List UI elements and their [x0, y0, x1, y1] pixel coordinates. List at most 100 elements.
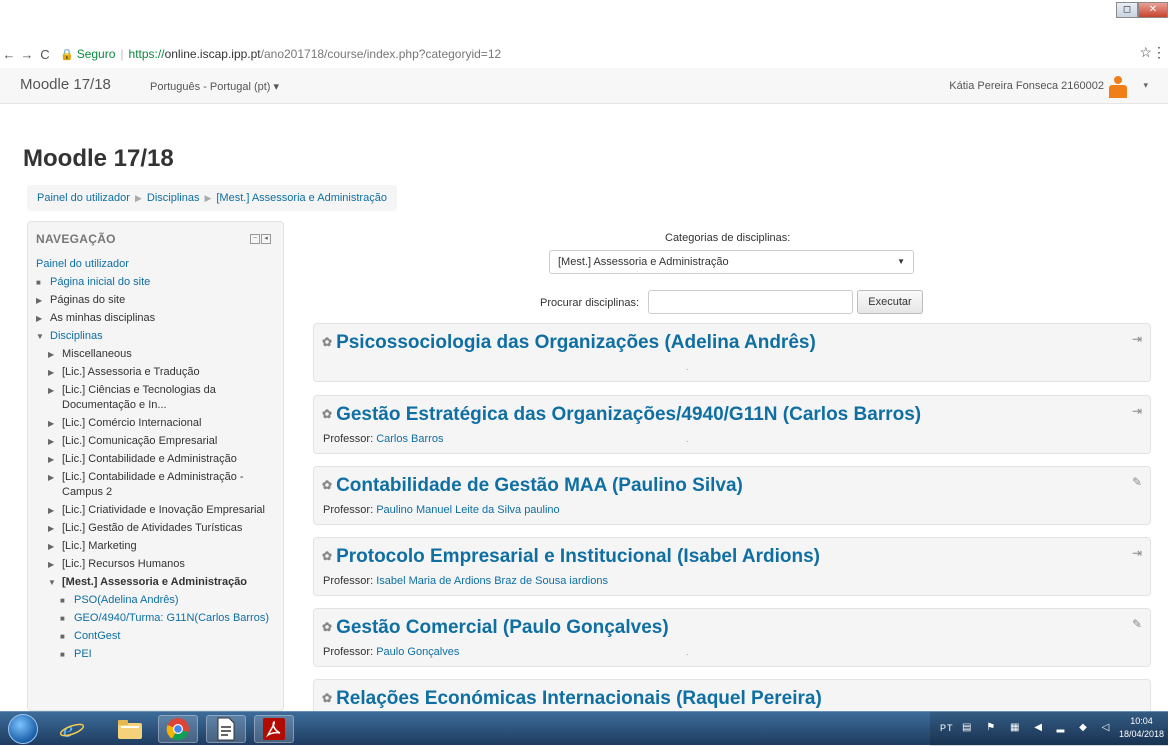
bullet-icon: ■ — [60, 632, 65, 641]
teacher-link[interactable]: Paulo Gonçalves — [376, 646, 459, 658]
search-label: Procurar disciplinas: — [540, 297, 640, 309]
summary-dot: . — [686, 434, 689, 444]
teacher-link[interactable]: Isabel Maria de Ardions Braz de Sousa ia… — [376, 575, 608, 587]
nav-item-course[interactable]: ■ ContGest — [36, 629, 281, 644]
block-collapse-icon[interactable]: − — [250, 234, 260, 244]
navigation-tree: Painel do utilizador ■ Página inicial do … — [36, 257, 281, 665]
nav-item-label: [Lic.] Gestão de Atividades Turísticas — [62, 522, 243, 534]
course-title-link[interactable]: ✿ Gestão Estratégica das Organizações/494… — [322, 404, 921, 426]
kebab-menu-icon[interactable]: ⋮ — [1152, 44, 1166, 61]
internet-explorer-icon[interactable]: e — [52, 715, 92, 743]
nav-item-course[interactable]: ■ GEO/4940/Turma: G11N(Carlos Barros) — [36, 611, 281, 626]
nav-item-current-category[interactable]: ▼ [Mest.] Assessoria e Administração — [36, 575, 281, 590]
teacher-label: Professor: — [323, 646, 374, 658]
nav-item-category[interactable]: ▶ [Lic.] Comércio Internacional — [36, 416, 281, 431]
course-title-link[interactable]: ✿ Psicossociologia das Organizações (Adel… — [322, 332, 816, 354]
user-avatar-icon[interactable] — [1108, 76, 1128, 98]
nav-item-category[interactable]: ▶ [Lic.] Recursos Humanos — [36, 557, 281, 572]
course-icon: ✿ — [322, 691, 333, 705]
tray-language[interactable]: PT — [940, 723, 954, 733]
nav-item-label: PEI — [74, 648, 92, 660]
language-menu[interactable]: Português - Portugal (pt) ▾ — [150, 80, 279, 93]
nav-item-label: GEO/4940/Turma: G11N(Carlos Barros) — [74, 612, 270, 624]
search-button[interactable]: Executar — [857, 290, 923, 314]
close-button[interactable]: ✕ — [1138, 2, 1168, 18]
reload-icon[interactable]: C — [36, 47, 54, 62]
url-host: online.iscap.ipp.pt — [164, 47, 261, 61]
nav-item-category[interactable]: ▶ [Lic.] Marketing — [36, 539, 281, 554]
nav-item-site-home[interactable]: ■ Página inicial do site — [36, 275, 281, 290]
user-name[interactable]: Kátia Pereira Fonseca 2160002 — [949, 80, 1104, 92]
nav-item-course[interactable]: ■ PSO(Adelina Andrês) — [36, 593, 281, 608]
document-viewer-icon[interactable] — [206, 715, 246, 743]
expand-arrow-icon: ▶ — [48, 368, 55, 377]
expand-arrow-icon: ▶ — [48, 542, 55, 551]
course-box: ✿ Psicossociologia das Organizações (Adel… — [313, 323, 1151, 382]
nav-item-label: ContGest — [74, 630, 121, 642]
nav-item-label: Página inicial do site — [50, 276, 151, 288]
windows-taskbar: e PT ▤ ⚑ ▦ ◀ ▂ ◆ ◁ 10:04 18/04/2018 — [0, 711, 1168, 746]
nav-item-category[interactable]: ▶ [Lic.] Ciências e Tecnologias da Docume… — [36, 383, 281, 413]
moodle-navbar: Moodle 17/18 Português - Portugal (pt) ▾… — [0, 68, 1168, 104]
course-icon: ✿ — [322, 478, 333, 492]
breadcrumb-link-courses[interactable]: Disciplinas — [147, 192, 200, 204]
chrome-icon[interactable] — [158, 715, 198, 743]
course-icon: ✿ — [322, 407, 333, 421]
star-icon[interactable]: ☆ — [1139, 44, 1152, 61]
nav-item-my-courses[interactable]: ▶ As minhas disciplinas — [36, 311, 281, 326]
file-explorer-icon[interactable] — [110, 715, 150, 743]
forward-arrow-icon[interactable]: → — [18, 47, 36, 62]
restore-button[interactable]: ◻ — [1116, 2, 1138, 18]
nav-item-label: [Lic.] Contabilidade e Administração - C… — [62, 471, 244, 498]
nav-item-category[interactable]: ▶ Miscellaneous — [36, 347, 281, 362]
acrobat-reader-icon[interactable] — [254, 715, 294, 743]
windows-start-icon[interactable] — [8, 714, 38, 744]
navigation-block: NAVEGAÇÃO − ◂ Painel do utilizador ■ Pági… — [27, 221, 284, 711]
breadcrumb: Painel do utilizador ▶ Disciplinas ▶ [Me… — [27, 185, 397, 211]
self-enrol-icon[interactable]: ⇥ — [1132, 546, 1142, 560]
course-title-link[interactable]: ✿ Contabilidade de Gestão MAA (Paulino Si… — [322, 475, 743, 497]
nav-item-category[interactable]: ▶ [Lic.] Contabilidade e Administração - … — [36, 470, 281, 500]
nav-item-category[interactable]: ▶ [Lic.] Comunicação Empresarial — [36, 434, 281, 449]
back-arrow-icon[interactable]: ← — [0, 47, 18, 62]
nav-item-label: Painel do utilizador — [36, 258, 129, 270]
nav-item-course[interactable]: ■ PEI — [36, 647, 281, 662]
guest-access-icon[interactable]: ✎ — [1132, 475, 1142, 489]
user-menu-caret-icon[interactable]: ▾ — [1143, 80, 1148, 91]
bullet-icon: ■ — [60, 596, 65, 605]
nav-item-category[interactable]: ▶ [Lic.] Criatividade e Inovação Empresar… — [36, 503, 281, 518]
nav-item-label: [Lic.] Comunicação Empresarial — [62, 435, 218, 447]
block-controls: − ◂ — [250, 234, 271, 244]
course-title: Relações Económicas Internacionais (Raqu… — [336, 688, 822, 709]
tray-icons[interactable]: ▤ ⚑ ▦ ◀ ▂ ◆ ◁ — [962, 722, 1115, 733]
bullet-icon: ■ — [60, 614, 65, 623]
clock[interactable]: 10:04 18/04/2018 — [1119, 715, 1164, 741]
teacher-label: Professor: — [323, 575, 374, 587]
nav-item-category[interactable]: ▶ [Lic.] Gestão de Atividades Turísticas — [36, 521, 281, 536]
brand-link[interactable]: Moodle 17/18 — [20, 76, 111, 93]
expand-arrow-icon: ▶ — [48, 419, 55, 428]
teacher-link[interactable]: Paulino Manuel Leite da Silva paulino — [376, 504, 559, 516]
course-title: Contabilidade de Gestão MAA (Paulino Sil… — [336, 475, 743, 496]
nav-item-dashboard[interactable]: Painel do utilizador — [36, 257, 281, 272]
url-text[interactable]: https://online.iscap.ipp.pt/ano201718/co… — [129, 47, 502, 61]
nav-item-category[interactable]: ▶ [Lic.] Contabilidade e Administração — [36, 452, 281, 467]
nav-item-label: [Lic.] Recursos Humanos — [62, 558, 185, 570]
nav-item-category[interactable]: ▶ [Lic.] Assessoria e Tradução — [36, 365, 281, 380]
nav-item-site-pages[interactable]: ▶ Páginas do site — [36, 293, 281, 308]
guest-access-icon[interactable]: ✎ — [1132, 617, 1142, 631]
course-title-link[interactable]: ✿ Protocolo Empresarial e Institucional (… — [322, 546, 820, 568]
course-icon: ✿ — [322, 335, 333, 349]
breadcrumb-link-dashboard[interactable]: Painel do utilizador — [37, 192, 130, 204]
breadcrumb-link-category[interactable]: [Mest.] Assessoria e Administração — [216, 192, 387, 204]
category-select[interactable]: [Mest.] Assessoria e Administração ▼ — [549, 250, 914, 274]
course-title-link[interactable]: ✿ Gestão Comercial (Paulo Gonçalves) — [322, 617, 669, 639]
teacher-link[interactable]: Carlos Barros — [376, 433, 443, 445]
self-enrol-icon[interactable]: ⇥ — [1132, 332, 1142, 346]
block-dock-icon[interactable]: ◂ — [261, 234, 271, 244]
nav-item-courses[interactable]: ▼ Disciplinas — [36, 329, 281, 344]
course-title-link[interactable]: ✿ Relações Económicas Internacionais (Raq… — [322, 688, 822, 710]
self-enrol-icon[interactable]: ⇥ — [1132, 404, 1142, 418]
course-teacher: Professor: Isabel Maria de Ardions Braz … — [323, 575, 608, 587]
search-input[interactable] — [648, 290, 853, 314]
